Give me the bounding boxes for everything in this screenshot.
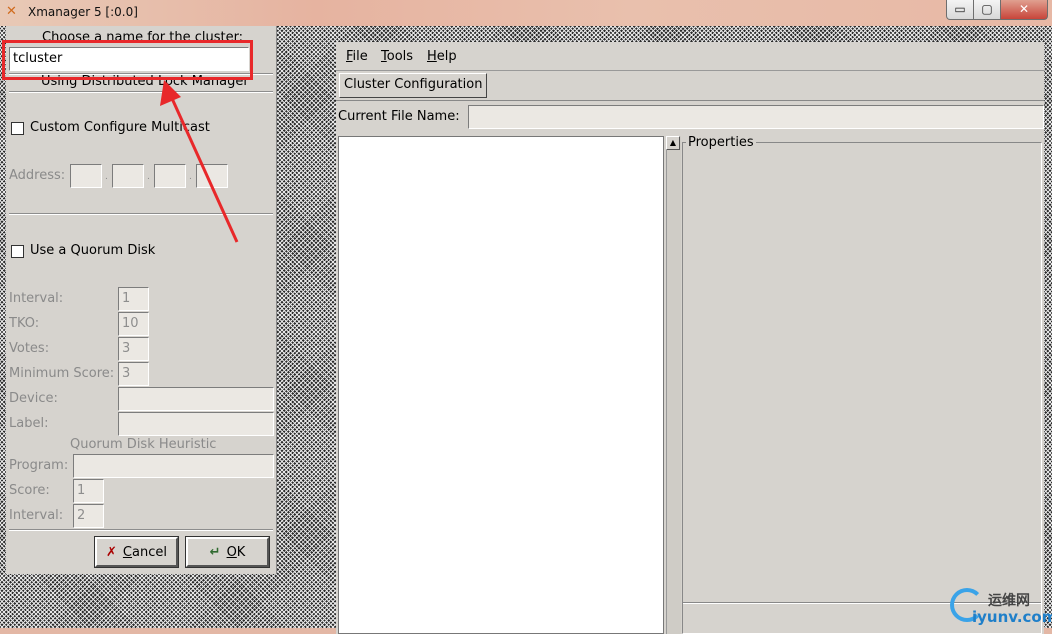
cancel-button-label: Cancel <box>122 544 167 560</box>
xmanager-logo-icon: ✕ <box>6 4 17 19</box>
votes-label: Votes: <box>9 341 50 356</box>
tree-scrollbar[interactable] <box>666 136 681 634</box>
ok-button[interactable]: ↵ OK <box>185 536 270 568</box>
separator <box>9 529 273 531</box>
properties-title: Properties <box>686 135 756 150</box>
multicast-checkbox[interactable] <box>11 122 24 135</box>
cluster-tree-pane[interactable] <box>338 136 664 634</box>
properties-panel <box>682 142 1042 634</box>
ok-icon: ↵ <box>209 544 221 560</box>
scroll-up-arrow-icon[interactable]: ▲ <box>666 136 680 150</box>
watermark-cn-text: 运维网 <box>988 593 1030 609</box>
address-dot: . <box>105 172 108 182</box>
address-octet-2[interactable] <box>112 164 144 188</box>
votes-input[interactable]: 3 <box>118 337 149 361</box>
quorum-checkbox[interactable] <box>11 245 24 258</box>
cancel-icon: ✗ <box>106 544 117 560</box>
annotation-arrow <box>160 80 239 243</box>
menu-help[interactable]: Help <box>427 49 457 64</box>
heuristic-interval-label: Interval: <box>9 508 64 523</box>
device-input[interactable] <box>118 387 274 411</box>
heuristic-interval-input[interactable]: 2 <box>73 504 104 528</box>
interval-input[interactable]: 1 <box>118 287 149 311</box>
watermark-en-text: iyunv.com <box>972 608 1052 626</box>
score-label: Score: <box>9 483 50 498</box>
min-score-label: Minimum Score: <box>9 366 115 381</box>
maximize-button[interactable]: ▢ <box>973 0 1001 20</box>
program-label: Program: <box>9 458 69 473</box>
tko-input[interactable]: 10 <box>118 312 149 336</box>
interval-label: Interval: <box>9 291 64 306</box>
window-title-bar <box>0 0 1052 26</box>
quorum-label: Use a Quorum Disk <box>30 243 156 258</box>
address-octet-1[interactable] <box>70 164 102 188</box>
min-score-input[interactable]: 3 <box>118 362 149 386</box>
cluster-configuration-app: File Tools Help Cluster Configuration Cu… <box>336 42 1044 634</box>
label-input[interactable] <box>118 412 274 436</box>
cancel-button[interactable]: ✗ Cancel <box>94 536 179 568</box>
device-label: Device: <box>9 391 58 406</box>
tab-cluster-configuration[interactable]: Cluster Configuration <box>339 73 488 98</box>
ok-button-label: OK <box>226 544 246 560</box>
menu-tools[interactable]: Tools <box>381 49 413 64</box>
menu-file[interactable]: File <box>346 49 368 64</box>
program-input[interactable] <box>73 454 274 478</box>
close-button[interactable]: ✕ <box>1000 0 1048 20</box>
watermark-logo: 运维网 iyunv.com <box>950 588 1052 628</box>
current-file-name-label: Current File Name: <box>338 109 460 124</box>
current-file-name-field <box>468 105 1044 129</box>
window-title: Xmanager 5 [:0.0] <box>28 5 138 19</box>
heuristic-title: Quorum Disk Heuristic <box>70 437 217 452</box>
label-label: Label: <box>9 416 49 431</box>
menu-bar: File Tools Help <box>336 42 1044 71</box>
tko-label: TKO: <box>9 316 40 331</box>
score-input[interactable]: 1 <box>73 479 104 503</box>
tab-row: Cluster Configuration <box>336 71 1044 101</box>
address-label: Address: <box>9 168 66 183</box>
annotation-highlight-box <box>2 40 253 80</box>
minimize-button[interactable]: ▭ <box>946 0 974 20</box>
